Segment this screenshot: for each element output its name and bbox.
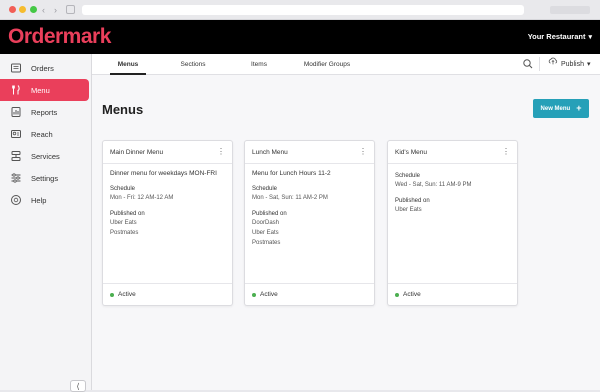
- card-footer: Active: [245, 283, 374, 305]
- collapse-sidebar-button[interactable]: ⟨: [70, 380, 86, 392]
- minimize-window-button[interactable]: [19, 6, 26, 13]
- menu-subnav: Menus Sections Items Modifier Groups Pub…: [92, 54, 600, 75]
- restaurant-switcher[interactable]: Your Restaurant ▾: [528, 32, 592, 43]
- app-header: Ordermark Your Restaurant ▾: [0, 20, 600, 54]
- platform-item: Uber Eats: [395, 207, 422, 213]
- browser-controls[interactable]: [550, 6, 590, 14]
- card-description: Menu for Lunch Hours 11-2: [252, 170, 331, 177]
- more-options-icon[interactable]: ⋮: [359, 148, 367, 156]
- card-header: Kid's Menu ⋮: [388, 141, 517, 164]
- publish-label: Publish: [561, 61, 584, 68]
- restaurant-name: Your Restaurant: [527, 32, 586, 41]
- sidebar-item-label: Menu: [31, 85, 50, 95]
- reach-icon: [10, 128, 22, 140]
- sidebar: Orders Menu Reports Reach Services Setti…: [0, 54, 92, 392]
- more-options-icon[interactable]: ⋮: [502, 148, 510, 156]
- platform-item: Postmates: [110, 230, 139, 236]
- status-text: Active: [260, 291, 278, 298]
- sidebar-item-help[interactable]: Help: [0, 189, 89, 211]
- menu-card-main-dinner[interactable]: Main Dinner Menu ⋮ Dinner menu for weekd…: [102, 140, 233, 306]
- schedule-label: Schedule: [395, 173, 421, 179]
- published-label: Published on: [110, 211, 145, 217]
- card-body: Schedule Wed - Sat, Sun: 11 AM-9 PM Publ…: [388, 164, 517, 214]
- forward-icon[interactable]: ›: [54, 4, 57, 16]
- ordermark-logo[interactable]: Ordermark: [8, 22, 111, 52]
- card-body: Menu for Lunch Hours 11-2 Schedule Mon -…: [245, 164, 374, 247]
- tab-items[interactable]: Items: [244, 54, 274, 75]
- tab-overview-icon[interactable]: [66, 5, 75, 14]
- card-title: Kid's Menu: [395, 148, 427, 156]
- status-text: Active: [118, 291, 136, 298]
- sidebar-item-orders[interactable]: Orders: [0, 57, 89, 79]
- platform-item: Uber Eats: [110, 220, 137, 226]
- card-footer: Active: [103, 283, 232, 305]
- collapse-icon: ⟨: [76, 381, 80, 391]
- status-dot-icon: [252, 292, 256, 297]
- cloud-upload-icon: [548, 54, 558, 75]
- sidebar-item-label: Settings: [31, 173, 59, 183]
- status-dot-icon: [395, 292, 399, 297]
- main-content: Menus New Menu + Main Dinner Menu ⋮ Dinn…: [92, 75, 600, 390]
- services-icon: [10, 150, 22, 162]
- plus-icon: +: [576, 103, 582, 113]
- card-description: Dinner menu for weekdays MON-FRI: [110, 170, 217, 177]
- back-icon[interactable]: ‹: [42, 4, 45, 16]
- tab-menus[interactable]: Menus: [110, 54, 146, 75]
- maximize-window-button[interactable]: [30, 6, 37, 13]
- subnav-divider: [539, 57, 540, 71]
- sidebar-item-services[interactable]: Services: [0, 145, 89, 167]
- address-bar[interactable]: [82, 5, 524, 15]
- more-options-icon[interactable]: ⋮: [217, 148, 225, 156]
- page-title: Menus: [102, 102, 144, 117]
- card-title: Lunch Menu: [252, 148, 288, 156]
- sidebar-item-menu[interactable]: Menu: [0, 79, 89, 101]
- sidebar-item-reach[interactable]: Reach: [0, 123, 89, 145]
- schedule-value: Mon - Sat, Sun: 11 AM-2 PM: [252, 195, 328, 201]
- platform-item: Postmates: [252, 240, 281, 246]
- sidebar-item-label: Services: [31, 151, 60, 161]
- card-header: Main Dinner Menu ⋮: [103, 141, 232, 164]
- close-window-button[interactable]: [9, 6, 16, 13]
- reports-icon: [10, 106, 22, 118]
- sidebar-item-label: Reports: [31, 107, 58, 117]
- tab-modifier-groups[interactable]: Modifier Groups: [299, 54, 355, 75]
- platform-item: DoorDash: [252, 220, 280, 226]
- published-label: Published on: [395, 198, 430, 204]
- platform-item: Uber Eats: [252, 230, 279, 236]
- publish-button[interactable]: Publish ▾: [548, 54, 590, 75]
- new-menu-label: New Menu: [540, 105, 571, 112]
- sidebar-item-label: Help: [31, 195, 47, 205]
- help-icon: [10, 194, 22, 206]
- card-footer: Active: [388, 283, 517, 305]
- browser-toolbar: ‹ ›: [0, 0, 600, 20]
- new-menu-button[interactable]: New Menu +: [533, 99, 589, 118]
- schedule-label: Schedule: [252, 186, 278, 192]
- sidebar-item-label: Reach: [31, 129, 53, 139]
- schedule-value: Mon - Fri: 12 AM-12 AM: [110, 195, 174, 201]
- menu-icon: [10, 84, 22, 96]
- orders-icon: [10, 62, 22, 74]
- search-icon[interactable]: [522, 58, 534, 70]
- card-body: Dinner menu for weekdays MON-FRI Schedul…: [103, 164, 232, 237]
- menu-card-kids[interactable]: Kid's Menu ⋮ Schedule Wed - Sat, Sun: 11…: [387, 140, 518, 306]
- sidebar-item-settings[interactable]: Settings: [0, 167, 89, 189]
- status-text: Active: [403, 291, 421, 298]
- settings-icon: [10, 172, 22, 184]
- published-label: Published on: [252, 211, 287, 217]
- card-title: Main Dinner Menu: [110, 148, 164, 156]
- tab-sections[interactable]: Sections: [175, 54, 211, 75]
- sidebar-item-label: Orders: [31, 63, 54, 73]
- menu-card-lunch[interactable]: Lunch Menu ⋮ Menu for Lunch Hours 11-2 S…: [244, 140, 375, 306]
- schedule-value: Wed - Sat, Sun: 11 AM-9 PM: [395, 182, 472, 188]
- card-header: Lunch Menu ⋮: [245, 141, 374, 164]
- status-dot-icon: [110, 292, 114, 297]
- chevron-down-icon: ▾: [586, 61, 591, 68]
- sidebar-item-reports[interactable]: Reports: [0, 101, 89, 123]
- schedule-label: Schedule: [110, 186, 136, 192]
- chevron-down-icon: ▾: [588, 34, 592, 41]
